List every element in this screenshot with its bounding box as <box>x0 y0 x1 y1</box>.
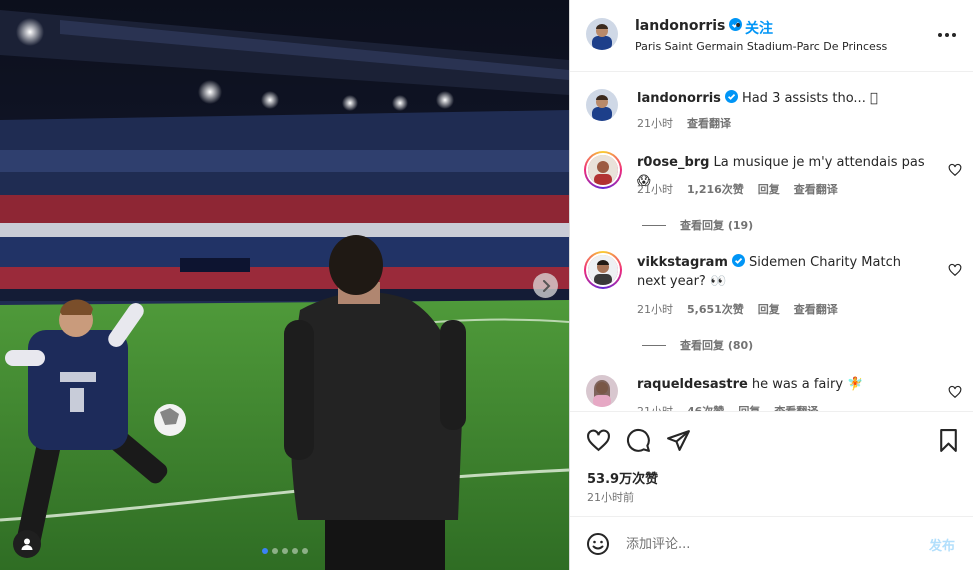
save-bookmark-icon[interactable] <box>936 428 961 453</box>
carousel-dot <box>302 548 308 554</box>
avatar-image <box>588 155 618 185</box>
author-username-text: landonorris <box>635 18 726 34</box>
post-side-panel: landonorris • 关注 Paris Saint Germain Sta… <box>569 0 973 570</box>
avatar-image <box>586 375 618 407</box>
comment-likes[interactable]: 1,216次赞 <box>687 181 744 197</box>
replies-divider <box>642 344 666 346</box>
user-icon <box>21 538 33 550</box>
view-replies-label: 查看回复 (80) <box>680 339 754 352</box>
reply-button[interactable]: 回复 <box>758 181 780 197</box>
heart-icon[interactable] <box>948 263 962 277</box>
commenter-avatar <box>586 153 620 187</box>
carousel-dot <box>282 548 288 554</box>
post-header: landonorris • 关注 Paris Saint Germain Sta… <box>570 0 973 72</box>
commenter-avatar[interactable] <box>586 375 618 407</box>
carousel-next-button[interactable] <box>533 273 558 298</box>
view-replies-label: 查看回复 (19) <box>680 219 754 232</box>
story-ring[interactable] <box>584 251 622 289</box>
comment-username[interactable]: raqueldesastre <box>637 377 748 392</box>
caption-meta: 21小时 查看翻译 <box>637 115 731 131</box>
comment-meta: 21小时 1,216次赞 回复 查看翻译 <box>637 181 838 197</box>
chevron-right-icon <box>542 279 550 292</box>
caption-author-avatar[interactable] <box>586 89 618 121</box>
comment-composer: 发布 <box>570 516 973 570</box>
comment-bubble-icon[interactable] <box>626 428 651 453</box>
more-options-icon[interactable] <box>936 26 958 44</box>
author-username[interactable]: landonorris <box>635 18 743 34</box>
caption-username[interactable]: landonorris <box>637 91 721 106</box>
post-actions: 53.9万次赞 21小时前 <box>570 411 973 516</box>
translate-link[interactable]: 查看翻译 <box>774 403 818 411</box>
author-avatar[interactable] <box>586 18 618 50</box>
reply-button[interactable]: 回复 <box>758 301 780 317</box>
view-replies-button[interactable]: 查看回复 (19) <box>642 217 753 233</box>
comment-likes[interactable]: 5,651次赞 <box>687 301 744 317</box>
translate-link[interactable]: 查看翻译 <box>794 301 838 317</box>
carousel-dot <box>272 548 278 554</box>
comment-time[interactable]: 21小时 <box>637 181 673 197</box>
comment-meta: 21小时 46次赞 回复 查看翻译 <box>637 403 818 411</box>
caption-time[interactable]: 21小时 <box>637 115 673 131</box>
header-separator: • <box>734 18 743 34</box>
comment-body: he was a fairy 🧚 <box>751 377 864 392</box>
comment-time[interactable]: 21小时 <box>637 403 673 411</box>
post-timestamp[interactable]: 21小时前 <box>587 489 634 505</box>
heart-icon[interactable] <box>948 385 962 399</box>
comment-meta: 21小时 5,651次赞 回复 查看翻译 <box>637 301 838 317</box>
comment-text: raqueldesastre he was a fairy 🧚 <box>637 375 927 394</box>
story-ring[interactable] <box>584 151 622 189</box>
post-location[interactable]: Paris Saint Germain Stadium-Parc De Prin… <box>635 40 887 53</box>
translate-link[interactable]: 查看翻译 <box>794 181 838 197</box>
avatar-image <box>586 18 618 50</box>
caption-text: landonorris Had 3 assists tho... 🏾 <box>637 89 927 108</box>
carousel-indicator <box>262 548 308 554</box>
commenter-avatar <box>586 253 620 287</box>
caption-body: Had 3 assists tho... 🏾 <box>741 91 878 106</box>
stadium-photo <box>0 0 569 570</box>
like-heart-icon[interactable] <box>586 428 611 453</box>
post-comment-button[interactable]: 发布 <box>929 535 955 554</box>
tagged-users-button[interactable] <box>13 530 41 558</box>
post-media[interactable] <box>0 0 569 570</box>
share-paper-plane-icon[interactable] <box>666 428 691 453</box>
avatar-image <box>586 89 618 121</box>
caption-translate-link[interactable]: 查看翻译 <box>687 115 731 131</box>
avatar-image <box>588 255 618 285</box>
view-replies-button[interactable]: 查看回复 (80) <box>642 337 753 353</box>
comment-likes[interactable]: 46次赞 <box>687 403 724 411</box>
comment-input[interactable] <box>626 533 916 555</box>
comment-username[interactable]: r0ose_brg <box>637 155 709 170</box>
replies-divider <box>642 224 666 226</box>
emoji-icon[interactable] <box>586 532 610 556</box>
carousel-dot <box>262 548 268 554</box>
comment-time[interactable]: 21小时 <box>637 301 673 317</box>
carousel-dot <box>292 548 298 554</box>
reply-button[interactable]: 回复 <box>738 403 760 411</box>
follow-button[interactable]: 关注 <box>745 18 773 38</box>
comment-username[interactable]: vikkstagram <box>637 255 728 270</box>
verified-badge-icon <box>731 254 745 267</box>
likes-count[interactable]: 53.9万次赞 <box>587 468 658 487</box>
comments-list[interactable]: landonorris Had 3 assists tho... 🏾 21小时 查… <box>570 73 973 411</box>
verified-badge-icon <box>724 90 738 103</box>
comment-text: vikkstagram Sidemen Charity Match next ye… <box>637 253 927 291</box>
heart-icon[interactable] <box>948 163 962 177</box>
